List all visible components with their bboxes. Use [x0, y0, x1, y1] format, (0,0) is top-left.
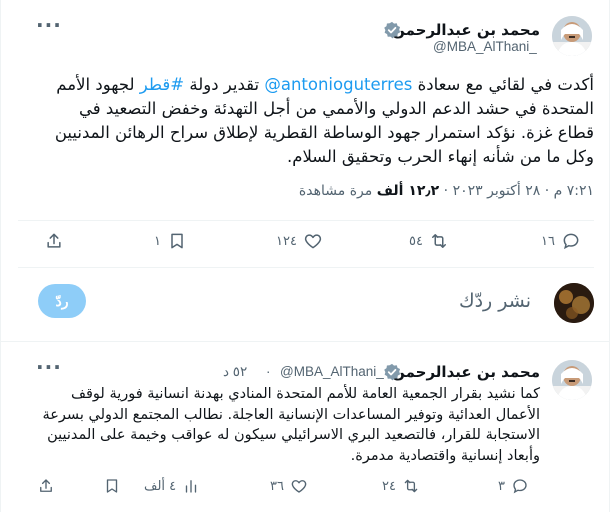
author-handle[interactable]: @MBA_AlThani_	[433, 39, 537, 54]
tweet-line-4: وكل ما من شأنه إنهاء الحرب وتحقيق السلام…	[287, 147, 594, 166]
tweet-date[interactable]: ٢٨ أكتوبر ٢٠٢٣	[453, 183, 541, 199]
retweet-icon	[404, 479, 418, 493]
divider	[18, 267, 594, 268]
timeline-column: ··· محمد بن عبدالرحمن @MBA_AlThani_ أكدت…	[0, 0, 610, 512]
like-count: ٣٦	[270, 478, 284, 494]
bookmark-icon	[171, 233, 183, 249]
bookmark-icon	[106, 479, 118, 493]
tweet-line-1: كما نشيد بقرار الجمعية العامة للأمم المت…	[70, 386, 540, 402]
separator-dot: ·	[266, 364, 271, 379]
views-label: مرة مشاهدة	[298, 183, 373, 199]
tweet-text: أكدت في لقائي مع سعادة @antonioguterres …	[55, 73, 594, 169]
verified-badge-icon	[384, 363, 401, 381]
verified-badge-icon	[384, 21, 401, 39]
author-handle[interactable]: @MBA_AlThani_	[280, 364, 384, 379]
composer-avatar[interactable]	[554, 283, 594, 323]
tweet-line-4: وأبعاد إنسانية واقتصادية مدمرة.	[350, 447, 540, 464]
views-action[interactable]: ٤ ألف	[144, 477, 200, 495]
retweet-count: ٢٤	[382, 478, 396, 494]
bookmark-action[interactable]	[103, 477, 121, 495]
share-action[interactable]	[44, 231, 64, 251]
heart-icon	[291, 480, 307, 493]
reply-button[interactable]: ردّ	[38, 284, 86, 318]
tweet-line-1: أكدت في لقائي مع سعادة @antonioguterres …	[56, 75, 594, 94]
bookmark-count: ١	[154, 233, 161, 249]
views-count: ١٢٫٢ ألف	[376, 183, 440, 199]
divider	[18, 220, 594, 221]
tweet-meta: ٧:٢١ م · ٢٨ أكتوبر ٢٠٢٣ · ١٢٫٢ ألف مرة م…	[298, 183, 594, 199]
reply-action[interactable]: ٣	[498, 477, 529, 495]
main-tweet: ··· محمد بن عبدالرحمن @MBA_AlThani_ أكدت…	[1, 0, 610, 342]
retweet-action[interactable]: ٢٤	[382, 477, 420, 495]
retweet-count: ٥٤	[409, 233, 423, 249]
more-options-icon[interactable]: ···	[36, 15, 62, 35]
mention-link[interactable]: @antonioguterres	[264, 75, 412, 94]
reply-action[interactable]: ١٦	[541, 231, 581, 251]
tweet-time[interactable]: ٧:٢١ م	[554, 183, 594, 199]
reply-count: ١٦	[541, 233, 555, 249]
views-count: ٤ ألف	[144, 478, 177, 494]
like-action[interactable]: ٣٦	[270, 477, 308, 495]
tweet-line-2: الأعمال العدائية وتوفير المساعدات الإنسا…	[42, 406, 540, 423]
avatar[interactable]	[552, 16, 592, 56]
views-chart-icon	[185, 480, 197, 493]
heart-icon	[304, 234, 322, 249]
share-icon	[40, 479, 52, 492]
author-name[interactable]: محمد بن عبدالرحمن	[392, 363, 540, 381]
tweet-line-3: قطاع غزة. نؤكد استمرار جهود الوساطة القط…	[54, 123, 594, 142]
like-action[interactable]: ١٢٤	[276, 231, 323, 251]
reply-icon	[513, 479, 527, 494]
reply-icon	[563, 233, 579, 250]
reply-input[interactable]: نشر ردّك	[459, 290, 531, 312]
tweet-line-3: الاستجابة للقرار، فالتصعيد البري الاسرائ…	[47, 427, 540, 443]
avatar[interactable]	[552, 360, 592, 400]
retweet-action[interactable]: ٥٤	[409, 231, 449, 251]
more-options-icon[interactable]: ···	[36, 357, 62, 377]
tweet-time[interactable]: ٥٢ د	[223, 364, 247, 380]
retweet-icon	[431, 234, 446, 248]
author-name[interactable]: محمد بن عبدالرحمن	[392, 21, 540, 39]
bookmark-action[interactable]: ١	[154, 231, 187, 251]
tweet-text: كما نشيد بقرار الجمعية العامة للأمم المت…	[42, 384, 540, 466]
like-count: ١٢٤	[276, 233, 297, 249]
share-action[interactable]	[37, 477, 55, 495]
share-icon	[47, 233, 61, 248]
tweet-line-2: المتحدة في حشد الدعم الدولي والأممي من أ…	[78, 99, 594, 118]
reply-tweet[interactable]: ··· محمد بن عبدالرحمن @MBA_AlThani_ · ٥٢…	[1, 343, 610, 512]
hashtag-link[interactable]: #قطر	[140, 75, 184, 94]
reply-count: ٣	[498, 478, 505, 494]
